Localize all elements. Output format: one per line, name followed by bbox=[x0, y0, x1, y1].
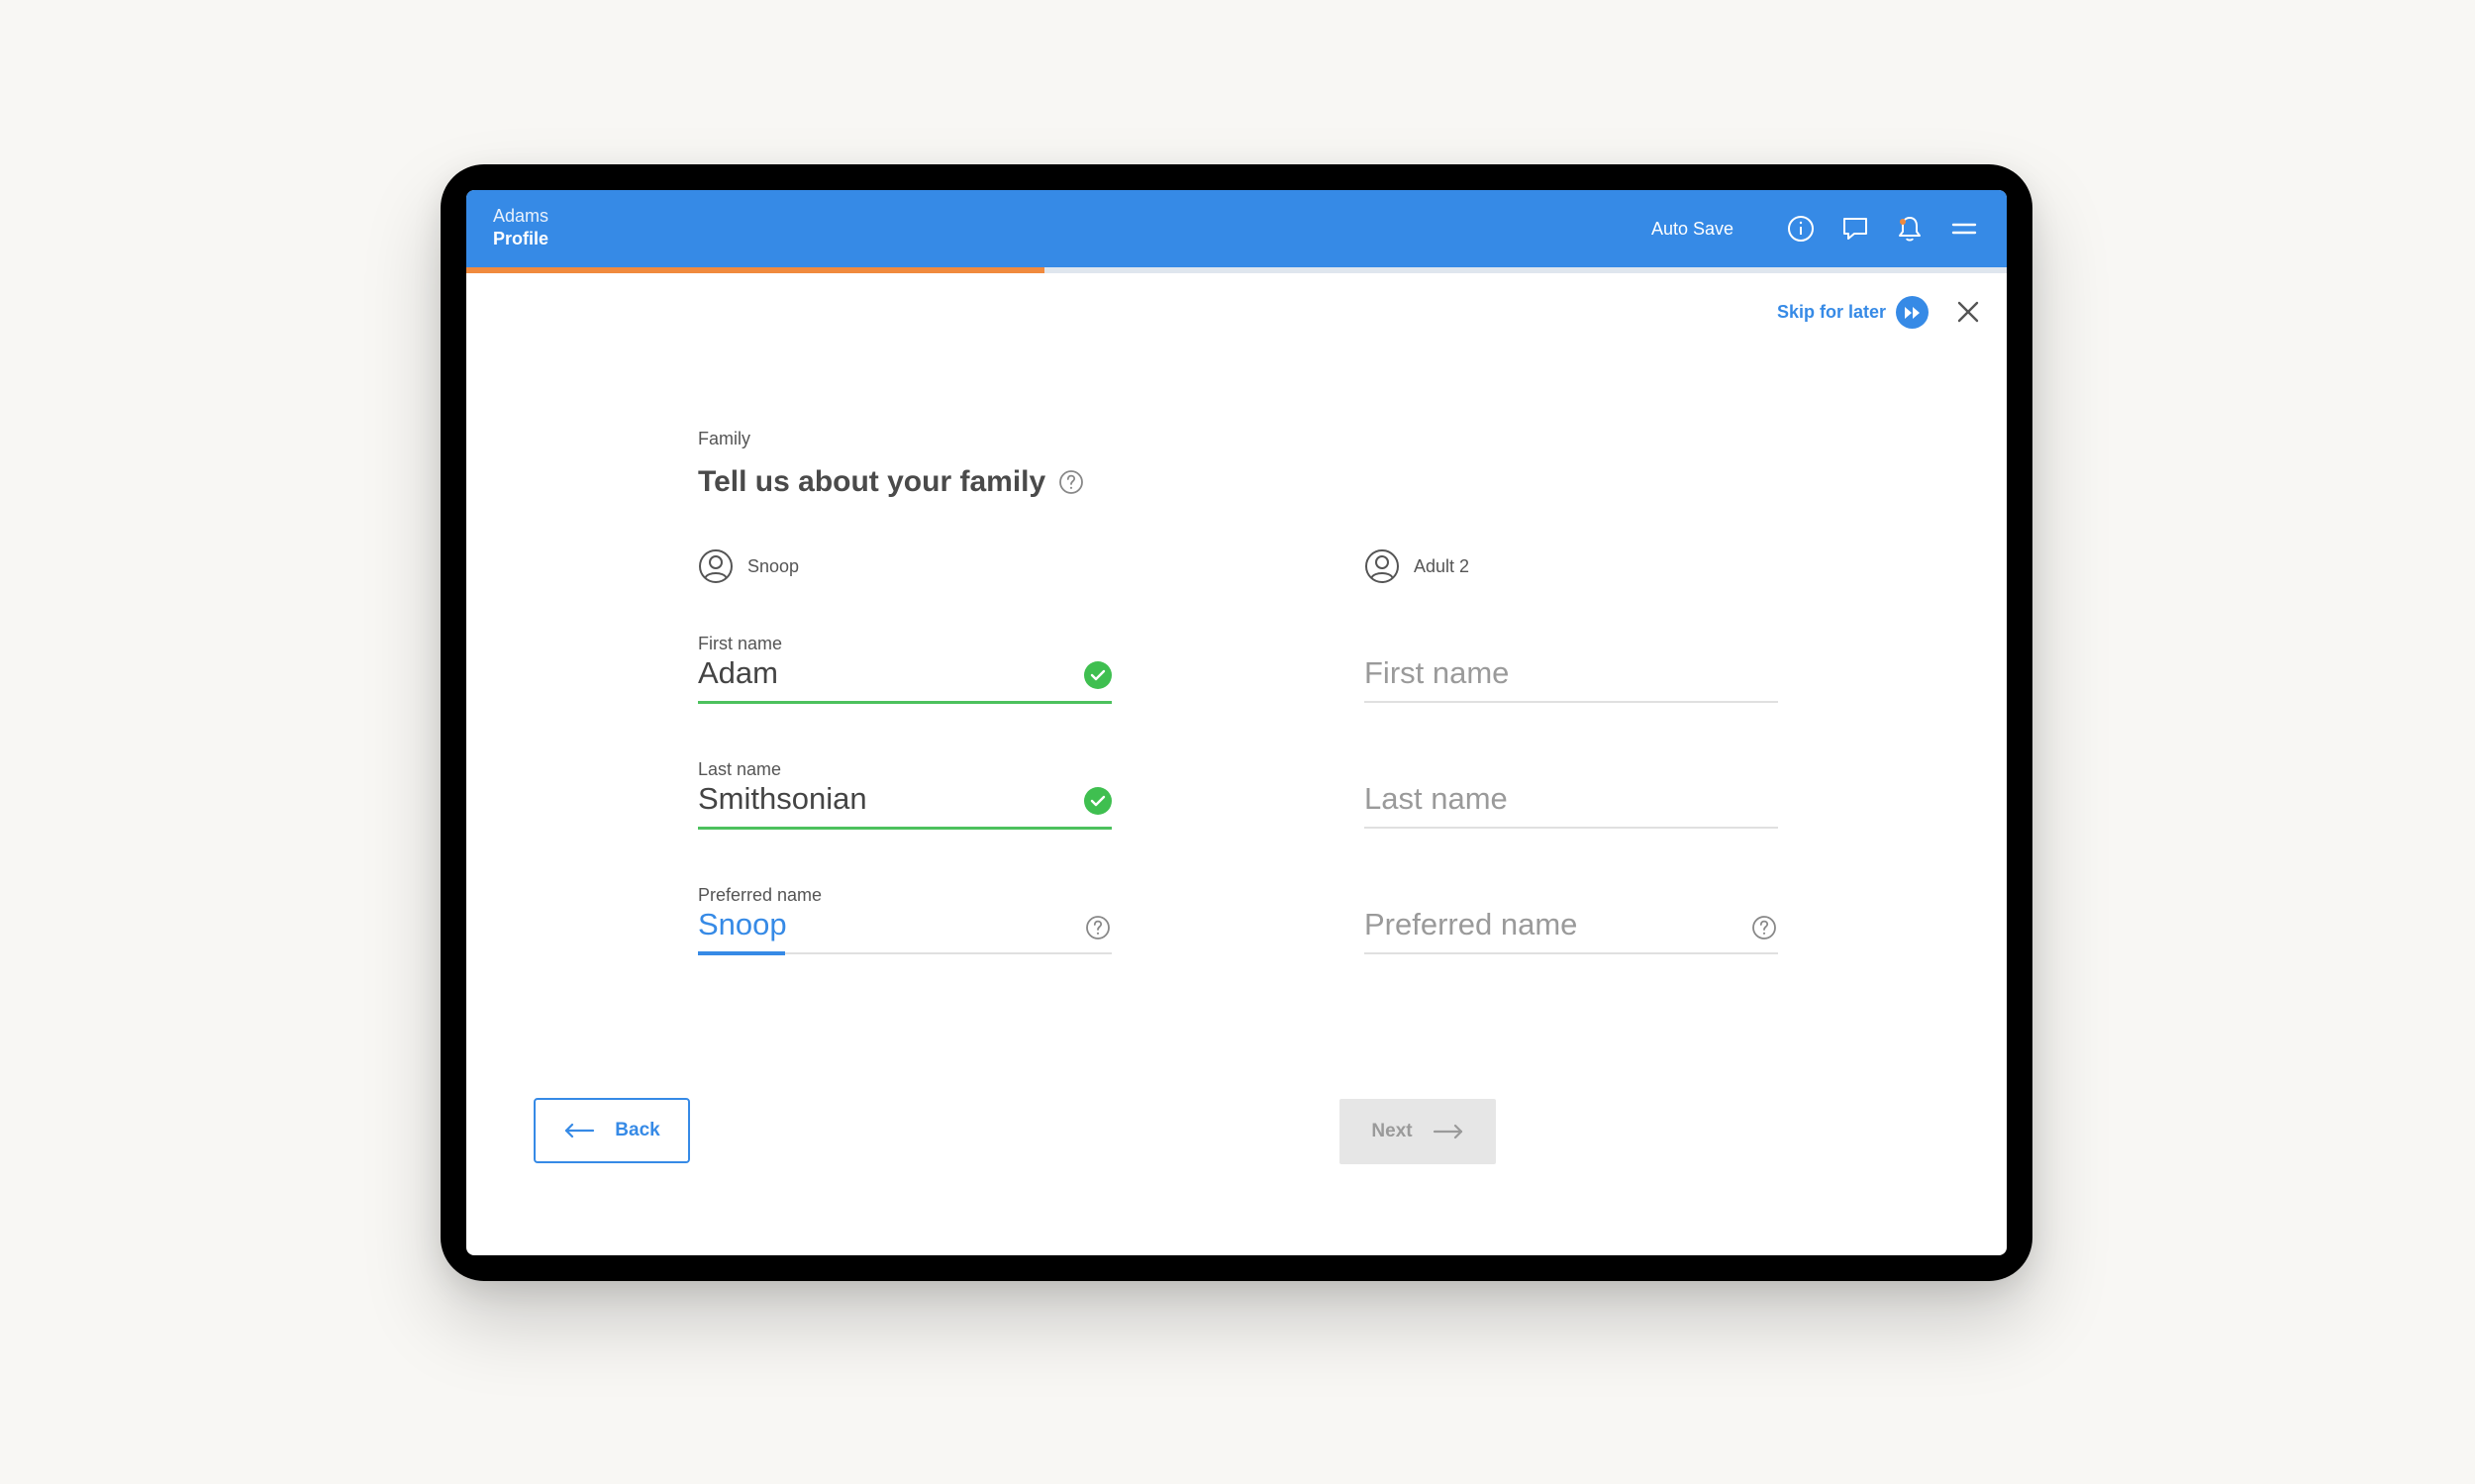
focus-underline bbox=[698, 951, 785, 955]
valid-check-icon bbox=[1084, 661, 1112, 689]
arrow-right-icon bbox=[1433, 1124, 1462, 1139]
back-label: Back bbox=[615, 1120, 660, 1140]
field-underline bbox=[698, 701, 1112, 704]
arrow-left-icon bbox=[565, 1123, 595, 1138]
adult2-header: Adult 2 bbox=[1364, 548, 1469, 584]
chat-icon[interactable] bbox=[1838, 212, 1872, 246]
field-underline bbox=[1364, 952, 1778, 954]
user-icon bbox=[699, 549, 733, 583]
adult2-preferred-name-field bbox=[1364, 885, 1778, 964]
last-name-label: Last name bbox=[698, 759, 782, 779]
skip-label: Skip for later bbox=[1776, 302, 1886, 322]
adult1-first-name-field[interactable]: First name Adam bbox=[698, 634, 1112, 713]
preferred-name-label: Preferred name bbox=[698, 885, 823, 905]
page-title-row: Tell us about your family bbox=[698, 465, 1085, 499]
fast-forward-icon bbox=[1896, 296, 1929, 329]
help-icon[interactable] bbox=[1750, 914, 1778, 941]
adult1-last-name-field[interactable]: Last name Smithsonian bbox=[698, 759, 1112, 839]
first-name-value[interactable]: Adam bbox=[698, 653, 778, 693]
page-title: Tell us about your family bbox=[698, 465, 1046, 498]
menu-icon[interactable] bbox=[1947, 212, 1981, 246]
field-underline bbox=[698, 827, 1112, 830]
field-underline bbox=[1364, 827, 1778, 829]
adult1-name: Snoop bbox=[747, 555, 800, 576]
info-icon[interactable] bbox=[1784, 212, 1818, 246]
first-name-label: First name bbox=[698, 634, 783, 653]
adult1-preferred-name-field[interactable]: Preferred name Snoop bbox=[698, 885, 1112, 964]
adult2-name: Adult 2 bbox=[1414, 555, 1470, 576]
preferred-name-value[interactable]: Snoop bbox=[698, 905, 787, 944]
help-icon[interactable] bbox=[1084, 914, 1112, 941]
help-icon[interactable] bbox=[1057, 468, 1085, 496]
adult1-header: Snoop bbox=[698, 548, 799, 584]
section-label: Family bbox=[698, 429, 750, 448]
top-bar-actions: Auto Save bbox=[1651, 190, 1981, 267]
app-name: Adams bbox=[493, 206, 549, 226]
close-icon[interactable] bbox=[1950, 294, 1986, 330]
user-icon bbox=[1365, 549, 1399, 583]
progress-bar bbox=[466, 267, 2007, 273]
back-button[interactable]: Back bbox=[534, 1098, 690, 1163]
adult2-last-name-input[interactable] bbox=[1364, 779, 1721, 819]
adult2-preferred-name-input[interactable] bbox=[1364, 905, 1721, 944]
field-underline bbox=[1364, 701, 1778, 703]
adult2-last-name-field bbox=[1364, 759, 1778, 839]
autosave-label: Auto Save bbox=[1650, 218, 1733, 239]
next-label: Next bbox=[1371, 1121, 1413, 1141]
last-name-value[interactable]: Smithsonian bbox=[698, 779, 867, 819]
app-screen: Adams Profile Auto Save Skip for later F… bbox=[466, 190, 2007, 1255]
valid-check-icon bbox=[1084, 787, 1112, 815]
bell-icon[interactable] bbox=[1893, 212, 1927, 246]
adult2-first-name-input[interactable] bbox=[1364, 653, 1721, 693]
skip-for-later-button[interactable]: Skip for later bbox=[1777, 296, 1929, 329]
top-bar: Adams Profile Auto Save bbox=[466, 190, 2007, 267]
progress-fill bbox=[466, 267, 1044, 273]
next-button[interactable]: Next bbox=[1339, 1099, 1496, 1164]
adult2-first-name-field bbox=[1364, 634, 1778, 713]
section-name: Profile bbox=[493, 229, 549, 248]
brand: Adams Profile bbox=[493, 205, 548, 250]
